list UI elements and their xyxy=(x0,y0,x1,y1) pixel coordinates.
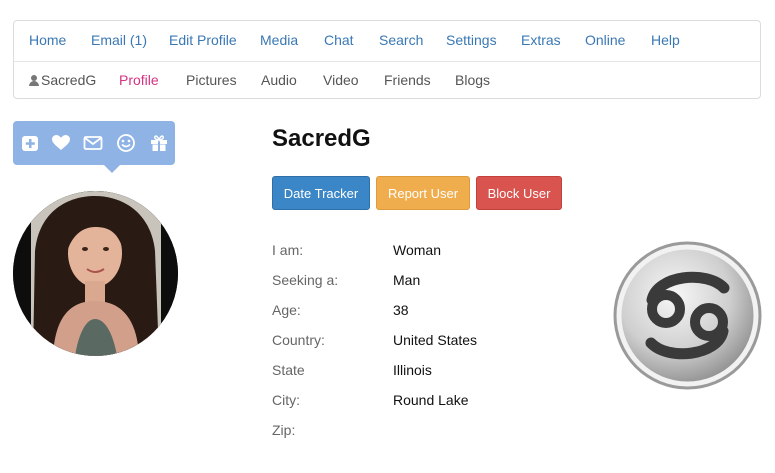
nav-video[interactable]: Video xyxy=(323,72,359,88)
heart-icon[interactable] xyxy=(51,133,71,153)
nav-online[interactable]: Online xyxy=(585,32,625,48)
nav-extras[interactable]: Extras xyxy=(521,32,561,48)
nav-chat[interactable]: Chat xyxy=(324,32,354,48)
field-value-state: Illinois xyxy=(393,362,432,378)
nav-edit-profile[interactable]: Edit Profile xyxy=(169,32,237,48)
mail-icon[interactable] xyxy=(83,133,103,153)
smile-icon[interactable] xyxy=(116,133,136,153)
gift-icon[interactable] xyxy=(149,133,169,153)
profile-avatar[interactable] xyxy=(13,191,178,356)
nav-audio[interactable]: Audio xyxy=(261,72,297,88)
primary-nav: Home Email (1) Edit Profile Media Chat S… xyxy=(14,21,760,62)
field-value-city: Round Lake xyxy=(393,392,469,408)
user-icon xyxy=(29,75,39,86)
field-value-gender: Woman xyxy=(393,242,441,258)
nav-home[interactable]: Home xyxy=(29,32,66,48)
field-value-seeking: Man xyxy=(393,272,421,288)
main-navigation: Home Email (1) Edit Profile Media Chat S… xyxy=(13,20,761,99)
field-label-seeking: Seeking a: xyxy=(272,272,339,288)
nav-blogs[interactable]: Blogs xyxy=(455,72,490,88)
field-label-age: Age: xyxy=(272,302,301,318)
secondary-nav: SacredG Profile Pictures Audio Video Fri… xyxy=(14,61,760,99)
nav-media[interactable]: Media xyxy=(260,32,298,48)
field-label-gender: I am: xyxy=(272,242,304,258)
profile-action-bar xyxy=(13,121,175,173)
nav-username[interactable]: SacredG xyxy=(29,72,96,88)
field-label-city: City: xyxy=(272,392,300,408)
nav-settings[interactable]: Settings xyxy=(446,32,497,48)
field-value-country: United States xyxy=(393,332,478,348)
date-tracker-button[interactable]: Date Tracker xyxy=(272,176,370,210)
profile-username: SacredG xyxy=(272,125,371,152)
cancer-zodiac-icon xyxy=(612,240,763,391)
nav-search[interactable]: Search xyxy=(379,32,423,48)
field-label-zip: Zip: xyxy=(272,422,296,438)
field-value-age: 38 xyxy=(393,302,409,318)
nav-help[interactable]: Help xyxy=(651,32,680,48)
nav-pictures[interactable]: Pictures xyxy=(186,72,237,88)
nav-email[interactable]: Email (1) xyxy=(91,32,147,48)
add-icon[interactable] xyxy=(21,133,41,153)
nav-profile[interactable]: Profile xyxy=(119,72,159,88)
block-user-button[interactable]: Block User xyxy=(476,176,562,210)
nav-username-label: SacredG xyxy=(41,72,97,88)
report-user-button[interactable]: Report User xyxy=(376,176,470,210)
nav-friends[interactable]: Friends xyxy=(384,72,431,88)
field-label-state: State xyxy=(272,362,305,378)
field-label-country: Country: xyxy=(272,332,325,348)
